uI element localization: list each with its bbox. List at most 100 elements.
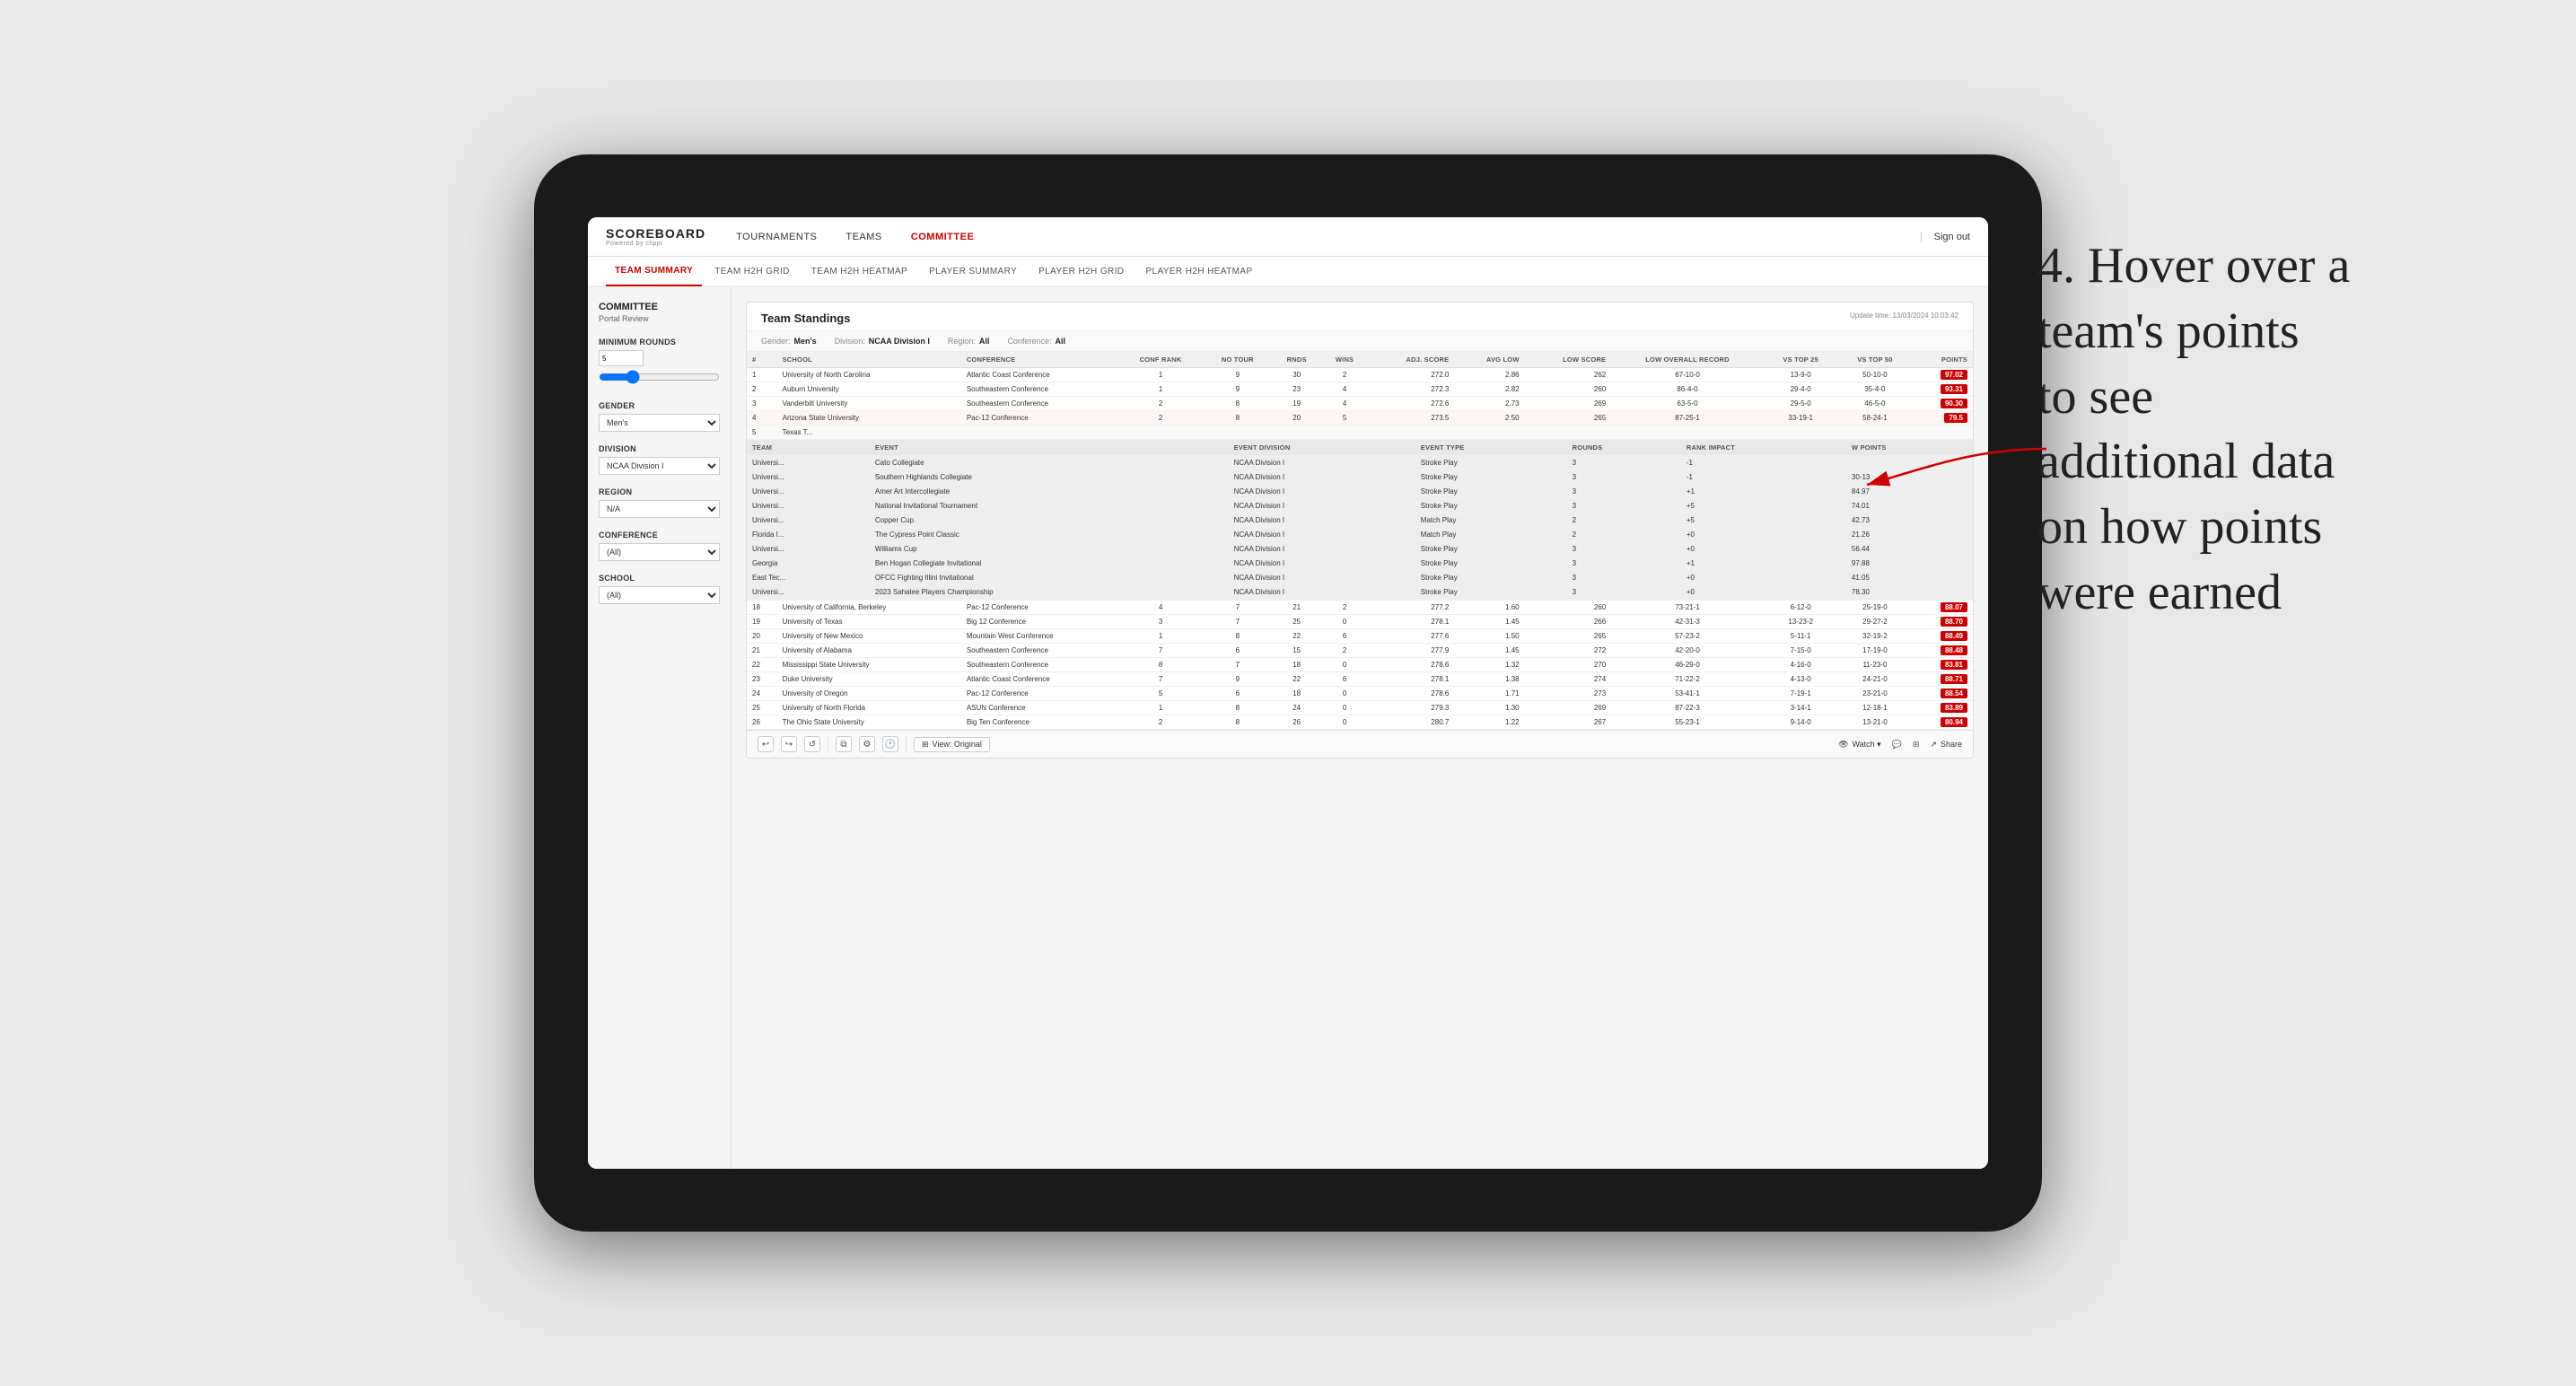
tab-player-summary[interactable]: PLAYER SUMMARY [920, 256, 1026, 286]
rank: 4 [747, 411, 777, 425]
filter-division: Division NCAA Division I NCAA Division I… [599, 444, 720, 475]
logo-area: SCOREBOARD Powered by clippi [606, 226, 705, 247]
tablet-frame: SCOREBOARD Powered by clippi TOURNAMENTS… [534, 154, 2042, 1232]
tab-team-h2h-heatmap[interactable]: TEAM H2H HEATMAP [802, 256, 916, 286]
table-row-highlighted[interactable]: 4 Arizona State University Pac-12 Confer… [747, 411, 1973, 425]
col-wins: Wins [1321, 352, 1368, 368]
tooltip-row[interactable]: Georgia Ben Hogan Collegiate Invitationa… [747, 557, 1973, 571]
col-adj-score: Adj. Score [1368, 352, 1454, 368]
col-no-tour: No Tour [1203, 352, 1272, 368]
standings-table: # School Conference Conf Rank No Tour Rn… [747, 352, 1973, 730]
region-select[interactable]: N/A All [599, 500, 720, 518]
region-chip: Region: All [948, 337, 990, 346]
tab-player-h2h-heatmap[interactable]: PLAYER H2H HEATMAP [1136, 256, 1261, 286]
rank: 2 [747, 382, 777, 397]
rank: 3 [747, 397, 777, 411]
tooltip-row[interactable]: Universi... Southern Highlands Collegiat… [747, 470, 1973, 485]
sign-out-link[interactable]: Sign out [1921, 232, 1970, 242]
tooltip-row[interactable]: Universi... National Invitational Tourna… [747, 499, 1973, 513]
share-icon: ↗ [1930, 740, 1937, 750]
conference: Southeastern Conference [961, 397, 1118, 411]
filter-gender-label: Gender [599, 401, 720, 410]
tooltip-table: Team Event Event Division Event Type Rou… [747, 440, 1973, 600]
tooltip-row[interactable]: Florida I... The Cypress Point Classic N… [747, 528, 1973, 542]
undo-button[interactable]: ↩ [758, 736, 774, 752]
filter-gender: Gender Men's Women's [599, 401, 720, 432]
copy-button[interactable]: ⧉ [836, 736, 852, 752]
bottom-toolbar: ↩ ↪ ↺ ⧉ ⚙ 🕐 ⊞ View: Original [747, 730, 1973, 758]
app-logo-sub: Powered by clippi [606, 241, 705, 247]
view-original-button[interactable]: ⊞ View: Original [914, 737, 990, 752]
gender-chip: Gender: Men's [761, 337, 817, 346]
tooltip-header-row: Team Event Event Division Event Type Rou… [747, 440, 1973, 601]
clock-button[interactable]: 🕐 [882, 736, 898, 752]
col-conf-rank: Conf Rank [1118, 352, 1204, 368]
table-row[interactable]: 23 Duke University Atlantic Coast Confer… [747, 672, 1973, 687]
table-row[interactable]: 21 University of Alabama Southeastern Co… [747, 644, 1973, 658]
table-row[interactable]: 19 University of Texas Big 12 Conference… [747, 615, 1973, 629]
col-rnds: Rnds [1272, 352, 1321, 368]
col-low-overall: Low Overall Record [1611, 352, 1764, 368]
report-filter-bar: Gender: Men's Division: NCAA Division I … [747, 331, 1973, 352]
tab-team-summary[interactable]: TEAM SUMMARY [606, 256, 702, 286]
filter-school-label: School [599, 574, 720, 583]
school-name: Arizona State University [777, 411, 961, 425]
tooltip-row[interactable]: Universi... Copper Cup NCAA Division I M… [747, 513, 1973, 528]
nav-committee[interactable]: COMMITTEE [907, 232, 978, 242]
share-button[interactable]: ↗ Share [1930, 740, 1962, 750]
conference-select[interactable]: (All) [599, 543, 720, 561]
col-vs-top25: Vs Top 25 [1764, 352, 1838, 368]
sub-nav: TEAM SUMMARY TEAM H2H GRID TEAM H2H HEAT… [588, 257, 1988, 287]
tooltip-row[interactable]: Universi... Williams Cup NCAA Division I… [747, 542, 1973, 557]
table-row[interactable]: 1 University of North Carolina Atlantic … [747, 368, 1973, 382]
toolbar-right: 👁 Watch ▾ 💬 ⊞ ↗ Share [1838, 740, 1962, 750]
app-logo: SCOREBOARD [606, 226, 705, 241]
table-row[interactable]: 26 The Ohio State University Big Ten Con… [747, 715, 1973, 730]
nav-items: TOURNAMENTS TEAMS COMMITTEE [732, 232, 1921, 242]
table-row[interactable]: 24 University of Oregon Pac-12 Conferenc… [747, 687, 1973, 701]
gender-select[interactable]: Men's Women's [599, 414, 720, 432]
filter-region-label: Region [599, 487, 720, 496]
table-row[interactable]: 3 Vanderbilt University Southeastern Con… [747, 397, 1973, 411]
reset-button[interactable]: ↺ [804, 736, 820, 752]
sidebar: Committee Portal Review Minimum Rounds G… [588, 287, 732, 1169]
min-rounds-input[interactable] [599, 350, 644, 366]
filter-minimum-rounds: Minimum Rounds [599, 338, 720, 389]
nav-tournaments[interactable]: TOURNAMENTS [732, 232, 820, 242]
table-row[interactable]: 20 University of New Mexico Mountain Wes… [747, 629, 1973, 644]
report-panel: Team Standings Update time: 13/03/2024 1… [746, 302, 1974, 759]
watch-button[interactable]: 👁 Watch ▾ [1838, 740, 1881, 750]
table-row[interactable]: 25 University of North Florida ASUN Conf… [747, 701, 1973, 715]
report-header: Team Standings Update time: 13/03/2024 1… [747, 303, 1973, 331]
layout-button[interactable]: ⊞ [1913, 740, 1920, 750]
filter-conference-label: Conference [599, 531, 720, 539]
rank: 1 [747, 368, 777, 382]
division-select[interactable]: NCAA Division I NCAA Division II [599, 457, 720, 475]
comment-button[interactable]: 💬 [1892, 740, 1902, 750]
table-row[interactable]: 18 University of California, Berkeley Pa… [747, 601, 1973, 615]
school-name: University of North Carolina [777, 368, 961, 382]
main-content: Committee Portal Review Minimum Rounds G… [588, 287, 1988, 1169]
redo-button[interactable]: ↪ [781, 736, 797, 752]
tooltip-row[interactable]: East Tec... OFCC Fighting Illini Invitat… [747, 571, 1973, 585]
filter-school: School (All) [599, 574, 720, 604]
tooltip-row[interactable]: Universi... 2023 Sahalee Players Champio… [747, 585, 1973, 600]
eye-icon: 👁 [1838, 740, 1848, 750]
school-select[interactable]: (All) [599, 586, 720, 604]
tab-team-h2h-grid[interactable]: TEAM H2H GRID [705, 256, 799, 286]
nav-teams[interactable]: TEAMS [842, 232, 885, 242]
table-row[interactable]: 22 Mississippi State University Southeas… [747, 658, 1973, 672]
tooltip-row[interactable]: Universi... Amer Art Intercollegiate NCA… [747, 485, 1973, 499]
min-rounds-slider[interactable] [599, 370, 720, 384]
table-row[interactable]: 5 Texas T... [747, 425, 1973, 440]
conference: Atlantic Coast Conference [961, 368, 1118, 382]
col-vs-top50: Vs Top 50 [1838, 352, 1913, 368]
toolbar-sep-2 [906, 737, 907, 751]
settings-button[interactable]: ⚙ [859, 736, 875, 752]
table-row[interactable]: 2 Auburn University Southeastern Confere… [747, 382, 1973, 397]
annotation-text: 4. Hover over ateam's pointsto seeadditi… [2037, 233, 2468, 626]
tab-player-h2h-grid[interactable]: PLAYER H2H GRID [1030, 256, 1133, 286]
tooltip-row[interactable]: Universi... Cato Collegiate NCAA Divisio… [747, 456, 1973, 470]
content-area: Team Standings Update time: 13/03/2024 1… [732, 287, 1988, 1169]
filter-division-label: Division [599, 444, 720, 453]
